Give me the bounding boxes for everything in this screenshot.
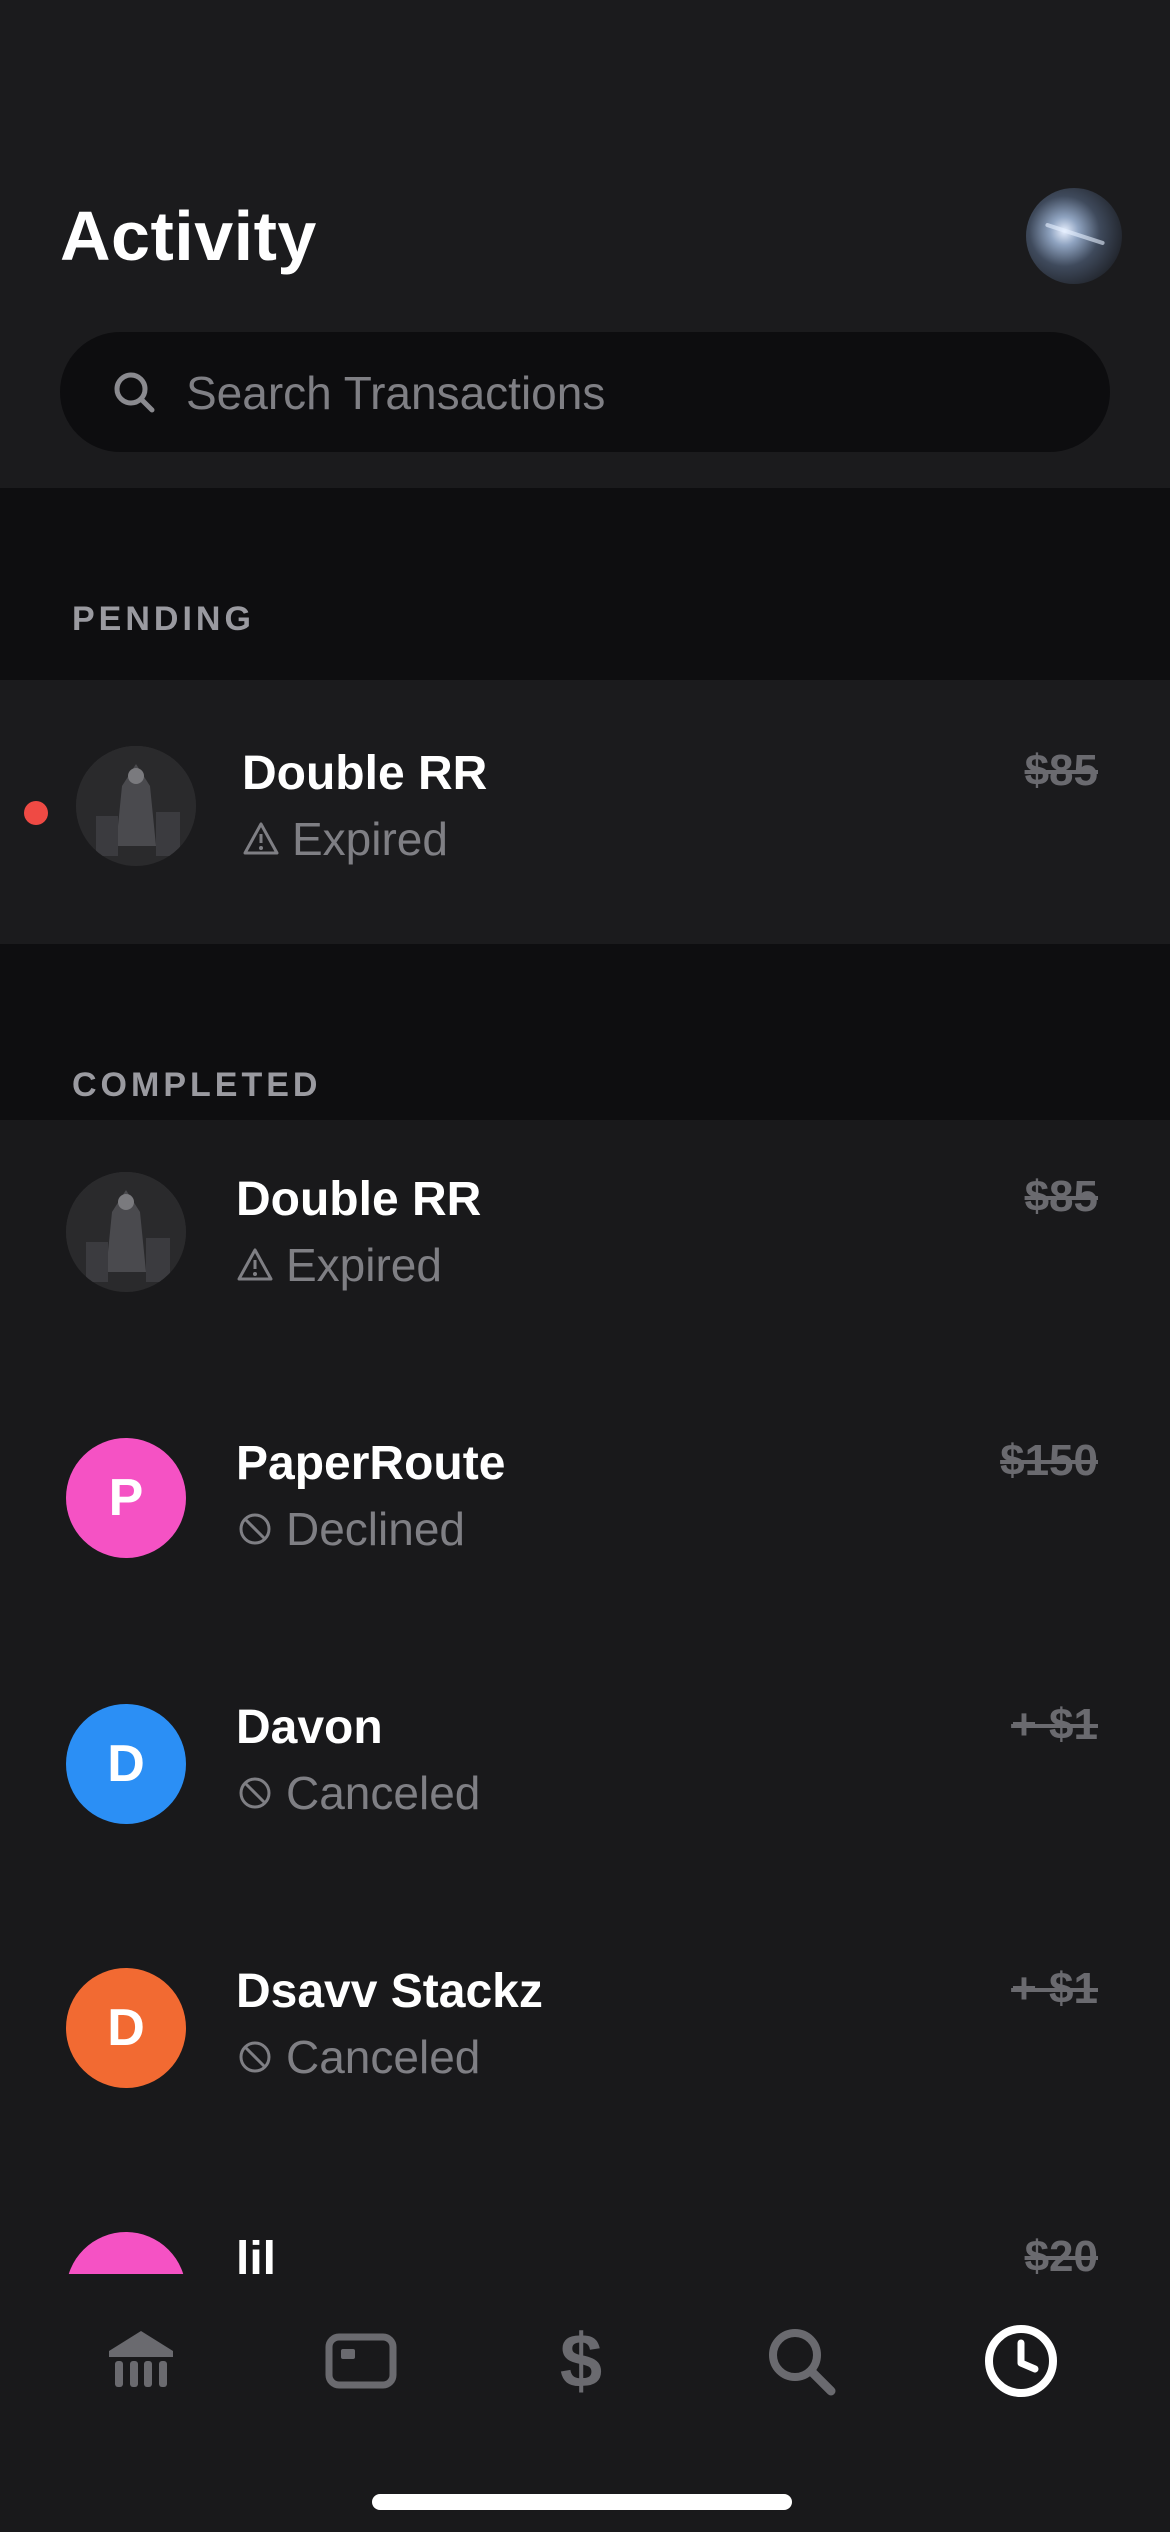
- svg-text:$: $: [560, 2321, 602, 2401]
- avatar: [66, 2232, 186, 2274]
- status-text: Declined: [286, 1503, 465, 1555]
- amount: $85: [1024, 746, 1098, 795]
- pending-section-header: PENDING: [0, 488, 1170, 680]
- tab-money[interactable]: $: [536, 2316, 626, 2406]
- contact-name: Davon: [236, 1701, 383, 1754]
- search-icon: [769, 2329, 836, 2396]
- status-text: Expired: [286, 1239, 442, 1291]
- transaction-row[interactable]: Double RR Expired $85: [0, 1120, 1170, 1384]
- avatar: [66, 1172, 186, 1292]
- section-label-pending: PENDING: [72, 600, 255, 638]
- tab-banking[interactable]: [96, 2316, 186, 2406]
- status-text: Expired: [292, 813, 448, 865]
- warning-icon: [237, 1248, 273, 1281]
- page-title: Activity: [60, 197, 317, 275]
- tab-discover[interactable]: [756, 2316, 846, 2406]
- header: Activity Search Transactions: [0, 0, 1170, 488]
- transaction-status: Expired: [242, 812, 448, 866]
- avatar: D: [66, 1704, 186, 1824]
- avatar: P: [66, 1438, 186, 1558]
- amount: $150: [1000, 1436, 1098, 1485]
- avatar: [76, 746, 196, 866]
- transaction-row[interactable]: Double RR Expired $85: [0, 680, 1170, 944]
- completed-section-header: COMPLETED: [0, 944, 1170, 1120]
- amount: $20: [1024, 2232, 1098, 2274]
- dollar-icon: $: [560, 2321, 602, 2401]
- contact-name: Dsavv Stackz: [236, 1965, 543, 2018]
- status-text: Canceled: [286, 1767, 481, 1819]
- search-input[interactable]: Search Transactions: [186, 366, 605, 420]
- tab-card[interactable]: [316, 2316, 406, 2406]
- transaction-status: Declined: [236, 1502, 465, 1556]
- amount: + $1: [1011, 1700, 1098, 1749]
- warning-icon: [243, 822, 279, 855]
- photo-avatar-icon: [76, 746, 196, 866]
- contact-name: lil: [236, 2233, 277, 2274]
- contact-name: PaperRoute: [236, 1437, 506, 1490]
- search-icon: [114, 372, 155, 413]
- home-indicator: [372, 2494, 792, 2510]
- transaction-row[interactable]: D Davon Canceled + $1: [0, 1648, 1170, 1912]
- ban-icon: [239, 2041, 271, 2073]
- amount: $85: [1024, 1172, 1098, 1221]
- bank-icon: [109, 2331, 173, 2387]
- search-bar[interactable]: Search Transactions: [60, 332, 1110, 452]
- transaction-row[interactable]: lil $20: [0, 2176, 1170, 2274]
- ban-icon: [239, 1777, 271, 1809]
- transaction-row[interactable]: D Dsavv Stackz Canceled + $1: [0, 1912, 1170, 2176]
- amount: + $1: [1011, 1964, 1098, 2013]
- clock-icon: [985, 2325, 1057, 2397]
- avatar: D: [66, 1968, 186, 2088]
- ban-icon: [239, 1513, 271, 1545]
- tab-activity[interactable]: [976, 2316, 1066, 2406]
- section-label-completed: COMPLETED: [72, 1066, 322, 1104]
- unread-indicator: [24, 801, 48, 825]
- profile-avatar[interactable]: [1026, 188, 1122, 284]
- transaction-status: Canceled: [236, 2030, 480, 2084]
- card-icon: [325, 2333, 397, 2389]
- photo-avatar-icon: [66, 1172, 186, 1292]
- status-text: Canceled: [286, 2031, 481, 2083]
- transaction-status: Canceled: [236, 1766, 480, 1820]
- contact-name: Double RR: [242, 747, 488, 800]
- transaction-status: Expired: [236, 1238, 442, 1292]
- contact-name: Double RR: [236, 1173, 482, 1226]
- transaction-row[interactable]: P PaperRoute Declined $150: [0, 1384, 1170, 1648]
